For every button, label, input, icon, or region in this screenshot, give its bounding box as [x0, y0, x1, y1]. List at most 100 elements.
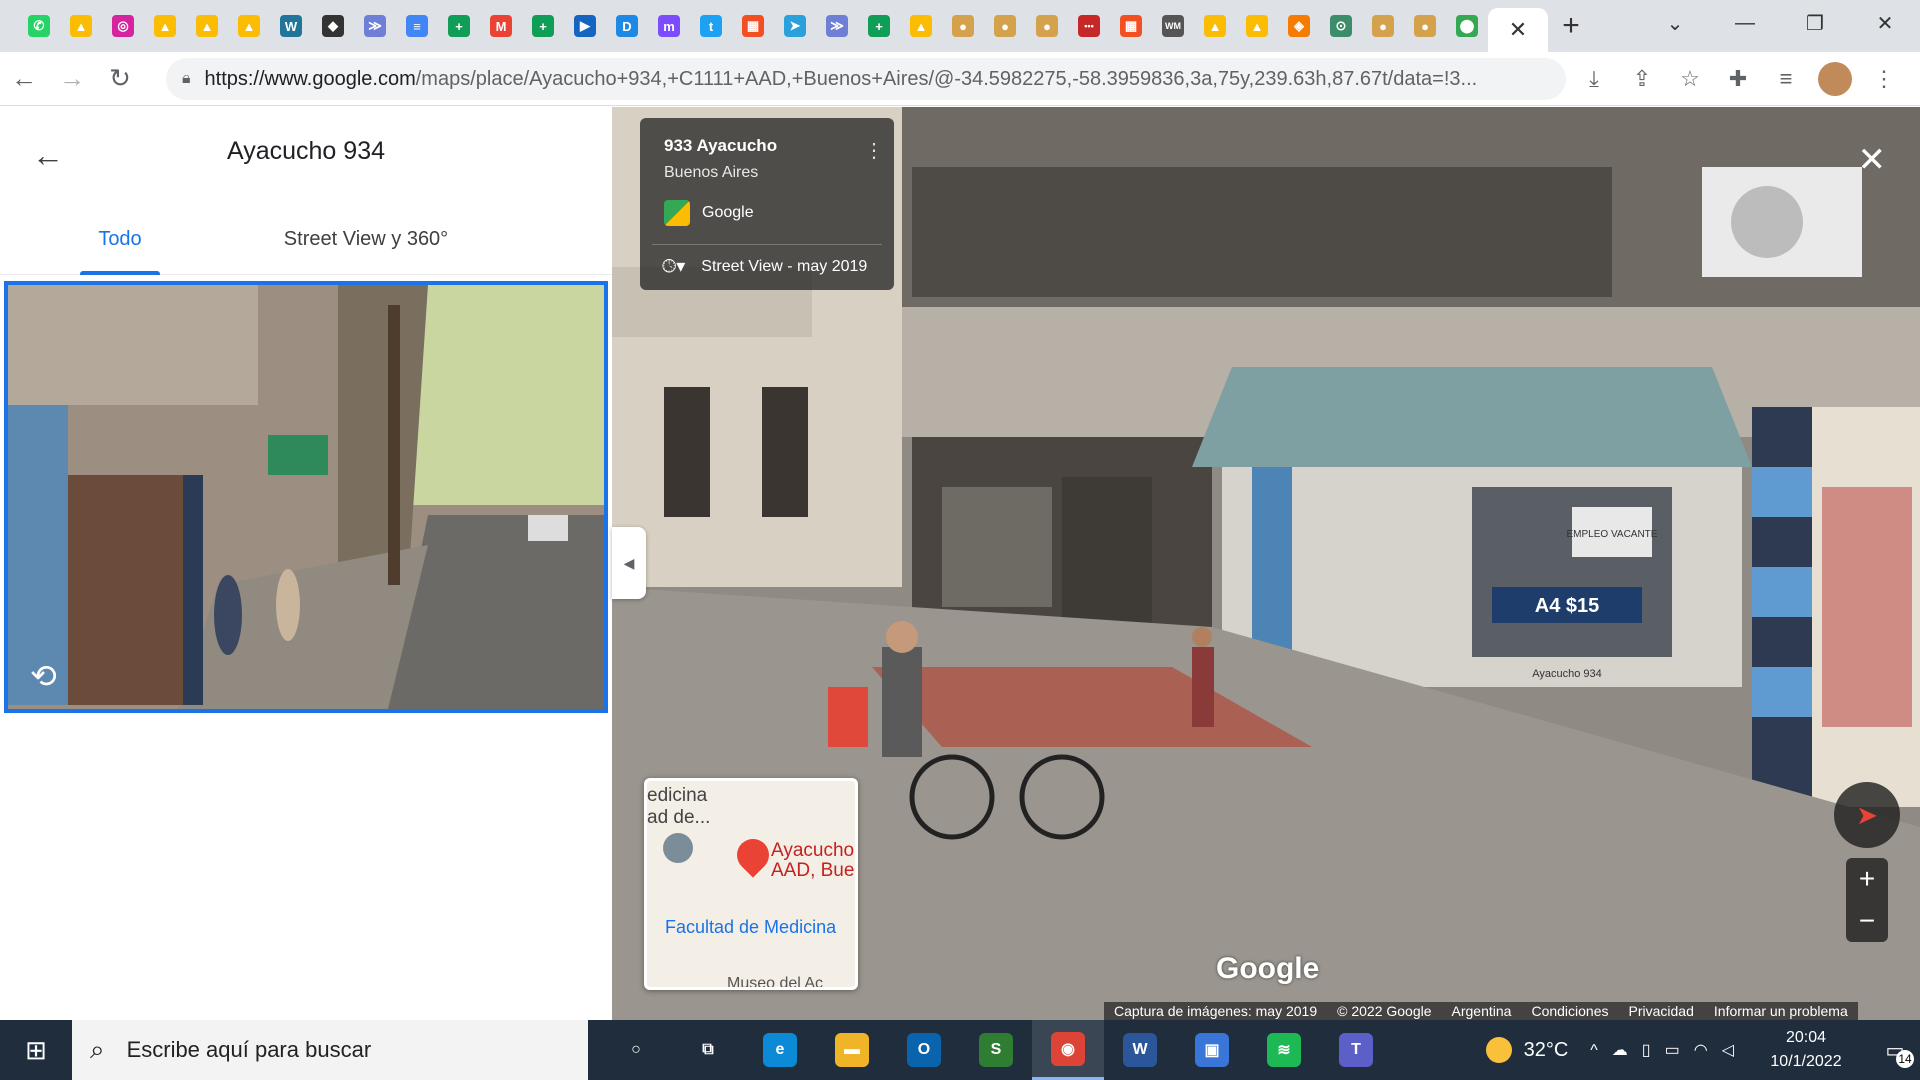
tab-drive[interactable]: ▲ [1236, 0, 1278, 52]
attribution-terms[interactable]: Condiciones [1521, 1003, 1618, 1019]
tab-stream[interactable]: ≫ [816, 0, 858, 52]
forward-icon[interactable]: → [48, 52, 96, 106]
taskbar-word[interactable]: W [1104, 1020, 1176, 1080]
more-options-icon[interactable]: ⋮ [864, 138, 884, 163]
gmail-icon: M [490, 15, 512, 37]
taskbar-cortana[interactable]: ○ [600, 1020, 672, 1080]
tab-drive[interactable]: ▲ [1194, 0, 1236, 52]
taskbar-search[interactable]: ⌕ Escribe aquí para buscar [72, 1020, 588, 1080]
active-tab[interactable]: ✕ [1488, 8, 1548, 52]
tab-telegram[interactable]: ➤ [774, 0, 816, 52]
panel-back-icon[interactable]: ← [0, 107, 96, 203]
minimap[interactable]: edicina ad de... Ayacucho AAD, Bue Facul… [644, 778, 858, 990]
tab-search-icon[interactable]: ⌄ [1640, 0, 1710, 46]
drive-icon: ▲ [238, 15, 260, 37]
tab-instagram[interactable]: ◎ [102, 0, 144, 52]
tab-docs[interactable]: ≡ [396, 0, 438, 52]
address-bar[interactable]: 🔒︎ https://www.google.com/maps/place/Aya… [166, 58, 1566, 100]
install-icon[interactable]: ⤓ [1570, 52, 1618, 106]
profile-avatar[interactable] [1818, 62, 1852, 96]
taskbar-explorer[interactable]: ▬ [816, 1020, 888, 1080]
location-subtitle: Buenos Aires [664, 164, 759, 181]
temperature[interactable]: 32°C [1524, 1039, 1569, 1062]
share-icon[interactable]: ⇪ [1618, 52, 1666, 106]
attribution-report[interactable]: Informar un problema [1704, 1003, 1858, 1019]
extensions-icon[interactable]: ✚ [1714, 52, 1762, 106]
tab-pie[interactable]: ● [942, 0, 984, 52]
collapse-panel-button[interactable]: ◀ [612, 527, 646, 599]
tab-drive[interactable]: ▲ [144, 0, 186, 52]
tray-icons[interactable]: ^☁▯▭◠◁ [1590, 1040, 1748, 1060]
tab-orange[interactable]: ◈ [1278, 0, 1320, 52]
zoom-out-button[interactable]: − [1846, 900, 1888, 942]
tab-twitter[interactable]: t [690, 0, 732, 52]
taskbar-phone-link[interactable]: ▣ [1176, 1020, 1248, 1080]
new-tab-button[interactable]: + [1548, 0, 1594, 52]
tab-pin[interactable]: ⊙ [1320, 0, 1362, 52]
tab-windows[interactable]: ▦ [1110, 0, 1152, 52]
media-icon[interactable]: ≡ [1762, 52, 1810, 106]
taskbar-chrome[interactable]: ◉ [1032, 1020, 1104, 1080]
taskbar-outlook[interactable]: O [888, 1020, 960, 1080]
tab-stream[interactable]: ≫ [354, 0, 396, 52]
minimap-museo-label: Museo del Ac [727, 975, 824, 990]
tab-maps[interactable]: ⬤ [1446, 0, 1488, 52]
restore-icon[interactable]: ❐ [1780, 0, 1850, 46]
tab-d[interactable]: D [606, 0, 648, 52]
tab-m[interactable]: m [648, 0, 690, 52]
source-google[interactable]: Google [664, 200, 754, 226]
tab-pie[interactable]: ● [1404, 0, 1446, 52]
tab-todo[interactable]: Todo [0, 203, 240, 275]
close-window-icon[interactable]: ✕ [1850, 0, 1920, 46]
clock[interactable]: 20:04 10/1/2022 [1760, 1026, 1852, 1074]
tab-sheets[interactable]: + [858, 0, 900, 52]
tab-pie[interactable]: ● [1362, 0, 1404, 52]
menu-icon[interactable]: ⋮ [1860, 52, 1908, 106]
tab-pie[interactable]: ● [984, 0, 1026, 52]
attribution-privacy[interactable]: Privacidad [1619, 1003, 1704, 1019]
notifications-icon[interactable]: ▭ 14 [1870, 1020, 1920, 1080]
url-text[interactable]: https://www.google.com/maps/place/Ayacuc… [205, 68, 1535, 91]
attribution-country[interactable]: Argentina [1442, 1003, 1522, 1019]
taskview-icon: ⧉ [691, 1033, 725, 1067]
drive-icon: ▲ [154, 15, 176, 37]
bookmark-star-icon[interactable]: ☆ [1666, 52, 1714, 106]
tab-wordpress[interactable]: W [270, 0, 312, 52]
minimize-icon[interactable]: — [1710, 0, 1780, 46]
back-icon[interactable]: ← [0, 52, 48, 106]
tab-windows[interactable]: ▦ [732, 0, 774, 52]
tab-dots[interactable]: ••• [1068, 0, 1110, 52]
attribution-capture: Captura de imágenes: may 2019 [1114, 1003, 1318, 1019]
reload-icon[interactable]: ↻ [96, 52, 144, 106]
taskbar-taskview[interactable]: ⧉ [672, 1020, 744, 1080]
weather-icon[interactable] [1485, 1037, 1512, 1063]
clock-date: 10/1/2022 [1770, 1053, 1842, 1070]
tab-drive[interactable]: ▲ [228, 0, 270, 52]
spotify-icon: ≋ [1267, 1033, 1301, 1067]
tab-shield[interactable]: ◆ [312, 0, 354, 52]
taskbar-app-s[interactable]: S [960, 1020, 1032, 1080]
close-street-view-icon[interactable]: ✕ [1858, 140, 1887, 180]
tab-gmail[interactable]: M [480, 0, 522, 52]
tab-close-icon[interactable]: ✕ [1509, 17, 1527, 43]
compass-icon[interactable]: ➤ [1834, 782, 1900, 848]
tab-sheets[interactable]: + [522, 0, 564, 52]
street-view-thumbnail[interactable]: ⟲ [4, 281, 608, 713]
tab-drive[interactable]: ▲ [900, 0, 942, 52]
start-button[interactable]: ⊞ [0, 1020, 72, 1080]
time-travel-button[interactable]: 🕓︎▾ Street View - may 2019 [662, 256, 867, 277]
taskbar-spotify[interactable]: ≋ [1248, 1020, 1320, 1080]
taskbar-edge[interactable]: e [744, 1020, 816, 1080]
drive-icon: ▲ [70, 15, 92, 37]
tab-drive[interactable]: ▲ [60, 0, 102, 52]
tab-sheets[interactable]: + [438, 0, 480, 52]
taskbar-teams[interactable]: T [1320, 1020, 1392, 1080]
zoom-in-button[interactable]: + [1846, 858, 1888, 900]
tab-drive[interactable]: ▲ [186, 0, 228, 52]
tab-whatsapp[interactable]: ✆ [18, 0, 60, 52]
tab-pie[interactable]: ● [1026, 0, 1068, 52]
tab-play[interactable]: ▶ [564, 0, 606, 52]
clock-icon: 🕓︎▾ [662, 256, 686, 276]
tab-street-view[interactable]: Street View y 360° [240, 203, 612, 275]
tab-wm[interactable]: WM [1152, 0, 1194, 52]
